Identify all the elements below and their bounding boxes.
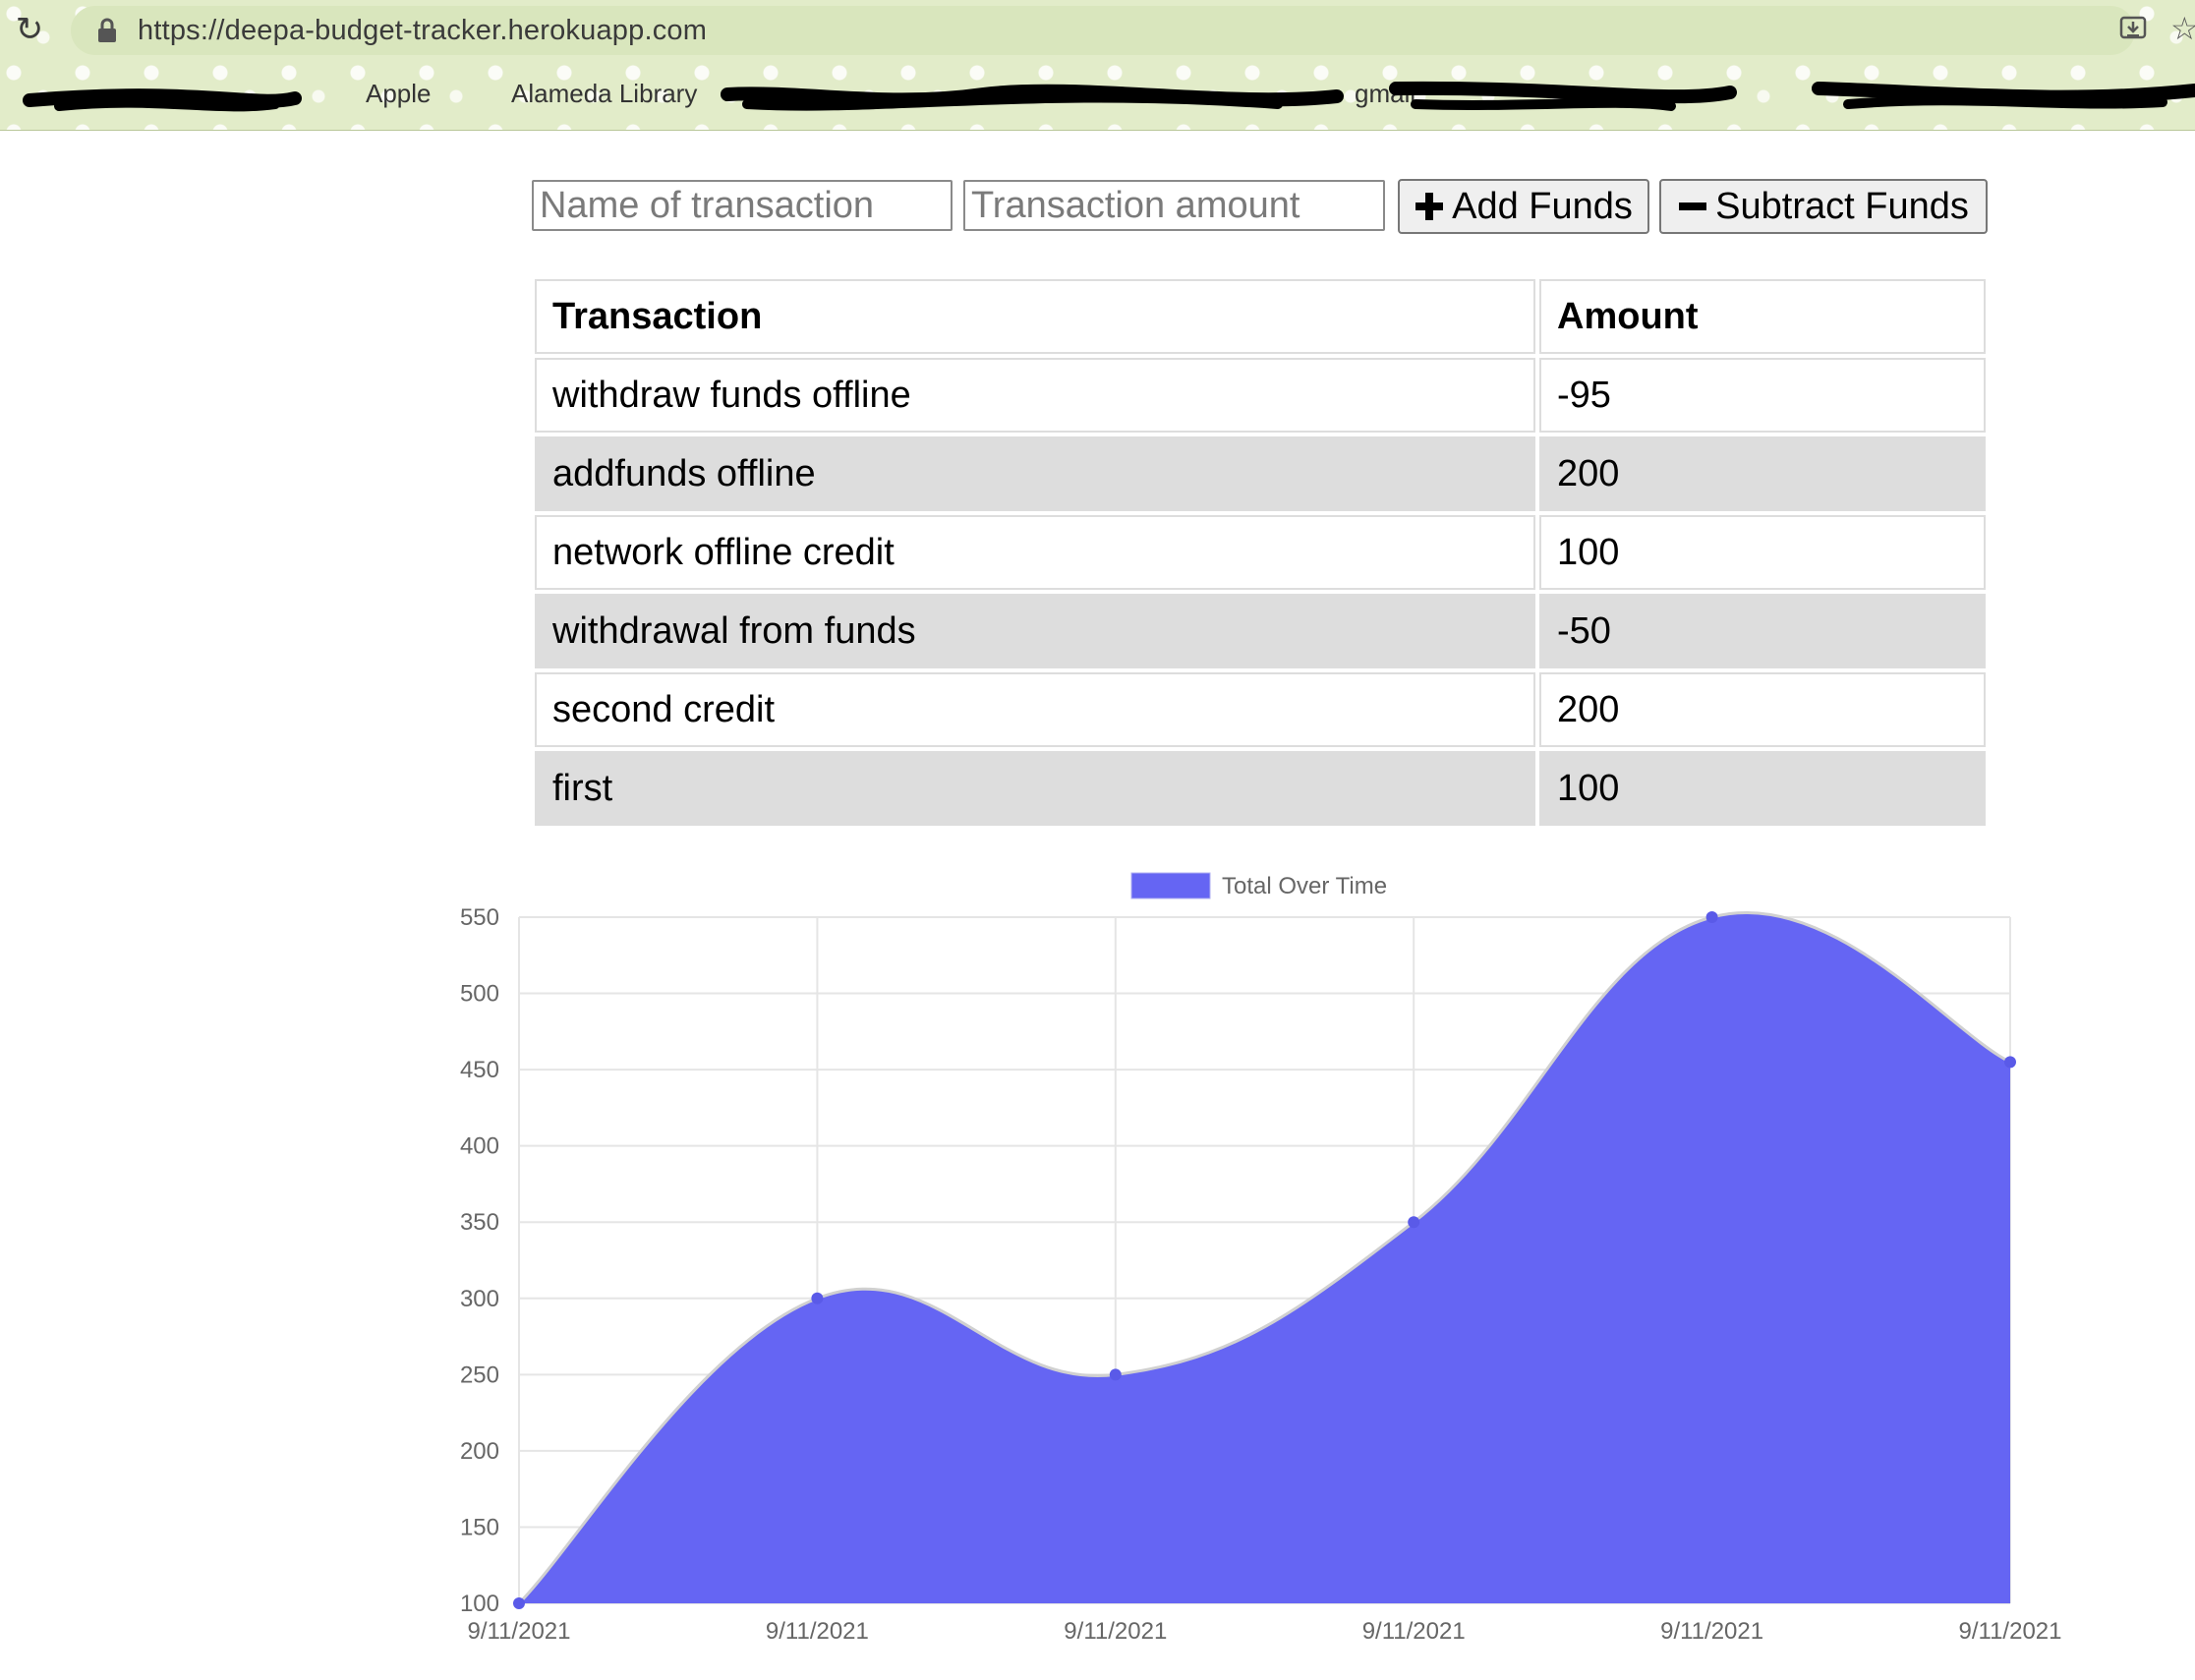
transaction-amount-cell: 200 xyxy=(1539,436,1986,511)
table-row: second credit 200 xyxy=(535,672,1986,747)
y-tick-label: 550 xyxy=(460,904,499,931)
y-tick-label: 200 xyxy=(460,1438,499,1465)
url-text: https://deepa-budget-tracker.herokuapp.c… xyxy=(138,15,708,46)
x-tick-label: 9/11/2021 xyxy=(1660,1618,1763,1645)
data-point[interactable] xyxy=(513,1597,525,1609)
plus-icon xyxy=(1415,193,1444,220)
data-point[interactable] xyxy=(811,1292,824,1304)
browser-chrome: ↻ https://deepa-budget-tracker.herokuapp… xyxy=(0,0,2195,131)
total-over-time-chart: 100 150 200 250 300 350 400 450 500 550 9/11/2021… xyxy=(460,872,2062,1645)
y-axis-ticks: 100 150 200 250 300 350 400 450 500 550 xyxy=(460,904,499,1617)
transaction-amount-cell: -95 xyxy=(1539,358,1986,433)
transaction-name-cell: network offline credit xyxy=(535,515,1535,590)
x-tick-label: 9/11/2021 xyxy=(1959,1618,2062,1645)
y-tick-label: 500 xyxy=(460,981,499,1008)
add-funds-label: Add Funds xyxy=(1452,185,1633,227)
transaction-name-cell: withdraw funds offline xyxy=(535,358,1535,433)
table-header-row: Transaction Amount xyxy=(535,279,1986,354)
data-point[interactable] xyxy=(2004,1056,2016,1069)
transaction-name-cell: first xyxy=(535,751,1535,826)
transaction-name-cell: withdrawal from funds xyxy=(535,594,1535,668)
table-row: withdrawal from funds -50 xyxy=(535,594,1986,668)
chart-legend[interactable]: Total Over Time xyxy=(1130,872,1387,899)
header-transaction: Transaction xyxy=(535,279,1535,354)
transaction-amount-input[interactable] xyxy=(963,180,1385,231)
x-axis-ticks: 9/11/2021 9/11/2021 9/11/2021 9/11/2021 9/11… xyxy=(468,1618,2062,1645)
data-point[interactable] xyxy=(1408,1216,1420,1229)
transaction-name-cell: second credit xyxy=(535,672,1535,747)
subtract-funds-label: Subtract Funds xyxy=(1715,185,1969,227)
transactions-table: Transaction Amount withdraw funds offlin… xyxy=(531,275,1990,830)
legend-swatch xyxy=(1130,872,1211,899)
transaction-amount-cell: 100 xyxy=(1539,515,1986,590)
header-amount: Amount xyxy=(1539,279,1986,354)
x-tick-label: 9/11/2021 xyxy=(1064,1618,1167,1645)
legend-label: Total Over Time xyxy=(1222,873,1387,899)
transaction-name-input[interactable] xyxy=(532,180,953,231)
table-row: withdraw funds offline -95 xyxy=(535,358,1986,433)
y-tick-label: 250 xyxy=(460,1361,499,1388)
transaction-amount-cell: 200 xyxy=(1539,672,1986,747)
data-point[interactable] xyxy=(1705,911,1718,923)
series-area xyxy=(519,912,2010,1603)
table-row: first 100 xyxy=(535,751,1986,826)
y-tick-label: 300 xyxy=(460,1286,499,1312)
address-bar[interactable]: https://deepa-budget-tracker.herokuapp.c… xyxy=(71,6,2135,55)
y-tick-label: 400 xyxy=(460,1133,499,1160)
y-tick-label: 350 xyxy=(460,1209,499,1236)
data-point[interactable] xyxy=(1109,1368,1122,1381)
transaction-amount-cell: -50 xyxy=(1539,594,1986,668)
star-icon[interactable]: ☆ xyxy=(2170,10,2195,47)
y-tick-label: 150 xyxy=(460,1514,499,1540)
transaction-name-cell: addfunds offline xyxy=(535,436,1535,511)
transaction-amount-cell: 100 xyxy=(1539,751,1986,826)
table-row: network offline credit 100 xyxy=(535,515,1986,590)
table-row: addfunds offline 200 xyxy=(535,436,1986,511)
minus-icon xyxy=(1679,203,1707,210)
add-funds-button[interactable]: Add Funds xyxy=(1398,179,1649,234)
x-tick-label: 9/11/2021 xyxy=(766,1618,869,1645)
reload-icon[interactable]: ↻ xyxy=(10,10,49,49)
install-icon[interactable] xyxy=(2119,14,2147,41)
x-tick-label: 9/11/2021 xyxy=(1362,1618,1466,1645)
lock-icon xyxy=(98,18,116,42)
subtract-funds-button[interactable]: Subtract Funds xyxy=(1659,179,1988,234)
x-tick-label: 9/11/2021 xyxy=(468,1618,571,1645)
y-tick-label: 100 xyxy=(460,1591,499,1617)
redaction-scribble xyxy=(23,81,2195,112)
y-tick-label: 450 xyxy=(460,1057,499,1083)
